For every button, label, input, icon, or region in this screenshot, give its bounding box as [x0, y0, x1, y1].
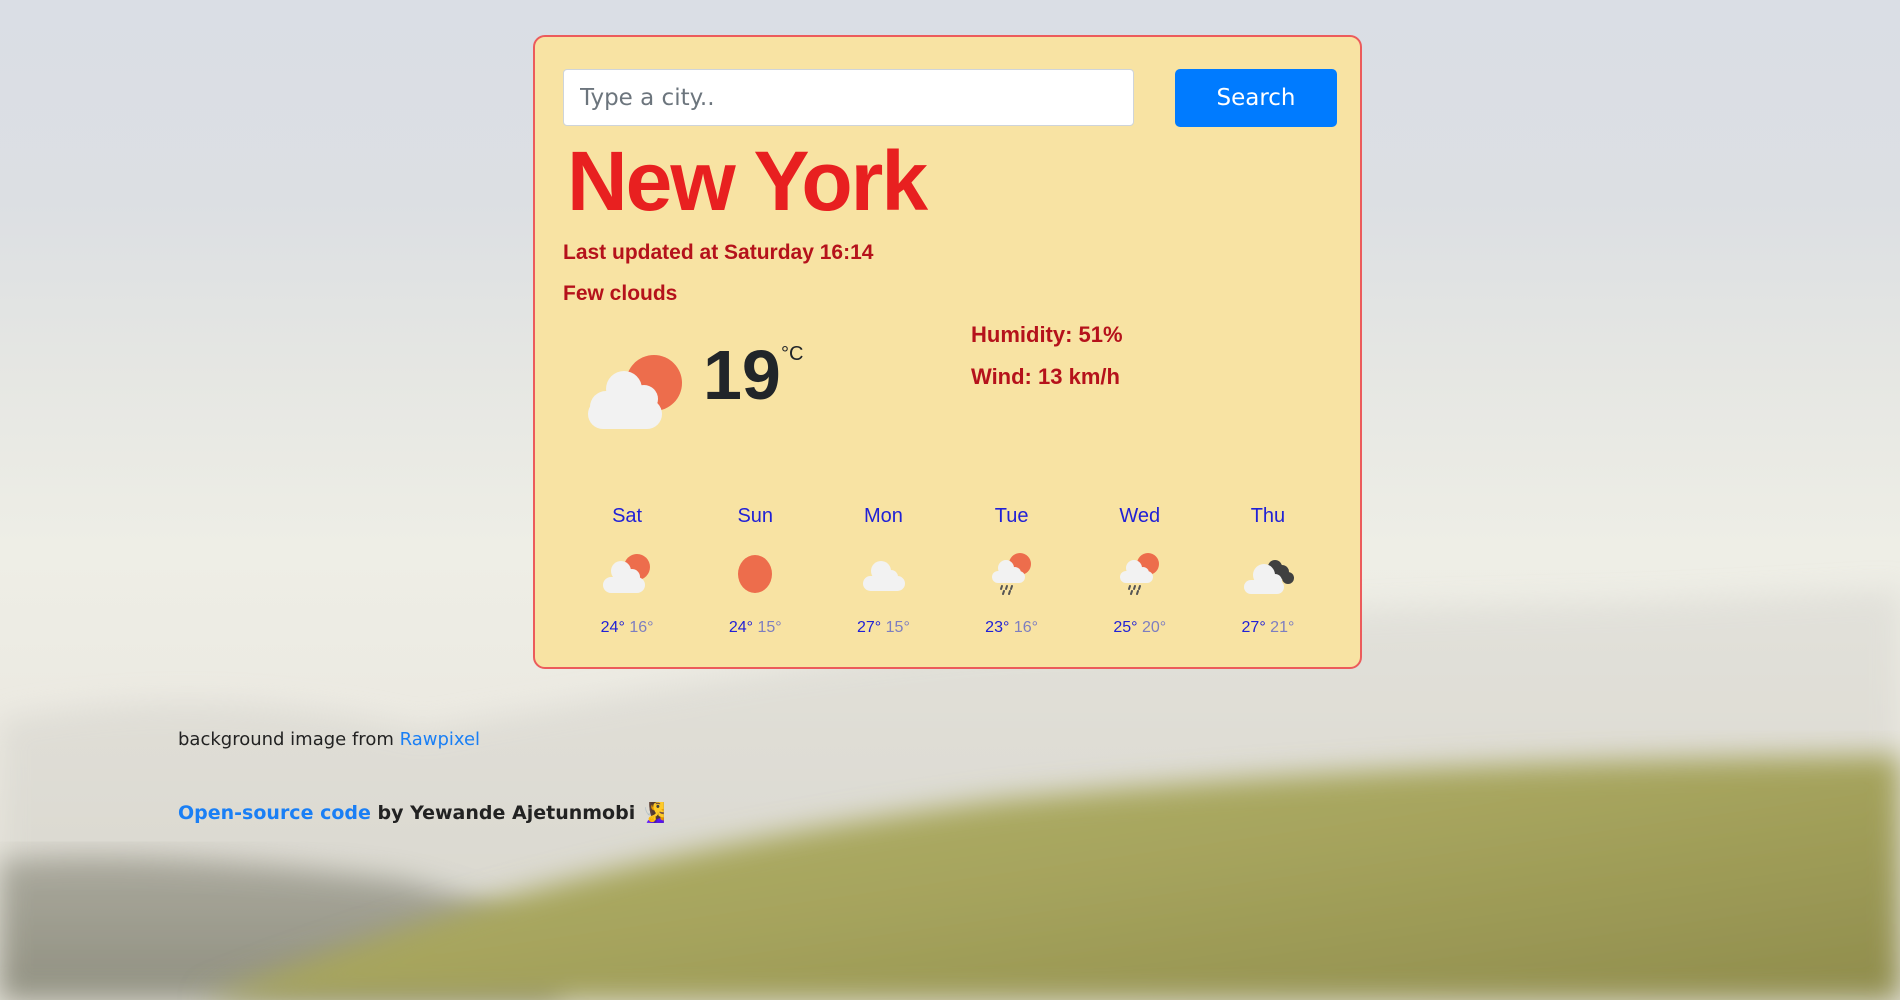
background-credit: background image from Rawpixel: [178, 729, 480, 750]
weather-description: Few clouds: [563, 282, 678, 305]
broken-clouds-icon: [1243, 560, 1294, 594]
forecast-list: Sat 24° 16° Sun 24° 15° Mon 27° 15° Tue …: [535, 505, 1360, 637]
forecast-day-name: Wed: [1119, 505, 1161, 527]
credit-text: background image from: [178, 729, 400, 750]
humidity: Humidity: 51%: [971, 322, 1123, 347]
few-clouds-day-icon: [603, 554, 651, 593]
few-clouds-day-icon: [588, 355, 682, 429]
forecast-max: 24°: [728, 619, 754, 636]
forecast-min: 20°: [1142, 619, 1167, 636]
forecast-min: 15°: [757, 619, 782, 636]
forecast-day-name: Tue: [994, 505, 1029, 527]
forecast-max: 25°: [1113, 619, 1138, 636]
forecast-day: Thu 27° 21°: [1204, 505, 1332, 637]
forecast-temps: 27° 15°: [819, 619, 947, 637]
forecast-max: 24°: [600, 619, 625, 636]
forecast-temps: 25° 20°: [1076, 619, 1204, 637]
forecast-min: 16°: [1013, 619, 1039, 636]
forecast-temps: 23° 16°: [948, 619, 1076, 637]
forecast-day-name: Thu: [1250, 505, 1286, 527]
forecast-min: 16°: [629, 619, 654, 636]
forecast-day-name: Sat: [612, 505, 643, 527]
temperature-unit[interactable]: °C: [781, 343, 803, 366]
forecast-max: 23°: [985, 619, 1010, 636]
city-search-input[interactable]: [563, 69, 1134, 126]
forecast-min: 15°: [885, 619, 910, 636]
last-updated: Last updated at Saturday 16:14: [563, 241, 874, 264]
rain-day-icon: [1119, 553, 1159, 595]
forecast-max: 27°: [1241, 619, 1266, 636]
forecast-max: 27°: [857, 619, 882, 636]
forecast-day-name: Sun: [737, 505, 774, 527]
forecast-temps: 24° 15°: [691, 619, 819, 637]
forecast-day: Mon 27° 15°: [819, 505, 947, 637]
wind-speed: Wind: 13 km/h: [971, 364, 1120, 389]
forecast-day: Tue 23° 16°: [948, 505, 1076, 637]
forecast-day-name: Mon: [863, 505, 903, 527]
current-temperature: 19: [703, 336, 781, 414]
forecast-day: Sun 24° 15°: [691, 505, 819, 637]
woman-emoji-icon: 🧏‍♀️: [641, 802, 666, 824]
rawpixel-link[interactable]: Rawpixel: [400, 729, 480, 750]
forecast-min: 21°: [1270, 619, 1295, 636]
weather-card: Search New York Last updated at Saturday…: [533, 35, 1362, 669]
open-source-code-link[interactable]: Open-source code: [178, 802, 371, 824]
city-name: New York: [567, 134, 928, 228]
search-button[interactable]: Search: [1175, 69, 1337, 127]
author-text: by Yewande Ajetunmobi: [370, 802, 642, 824]
source-credit: Open-source code by Yewande Ajetunmobi 🧏…: [178, 801, 666, 824]
forecast-day: Wed 25° 20°: [1076, 505, 1204, 637]
forecast-day: Sat 24° 16°: [563, 505, 691, 637]
rain-day-icon: [991, 553, 1031, 595]
weather-stats: Humidity: 51% Wind: 13 km/h: [971, 322, 1123, 406]
clear-sky-icon: [738, 555, 773, 593]
forecast-temps: 27° 21°: [1204, 619, 1332, 637]
forecast-temps: 24° 16°: [563, 619, 691, 637]
cloud-icon: [863, 561, 906, 591]
